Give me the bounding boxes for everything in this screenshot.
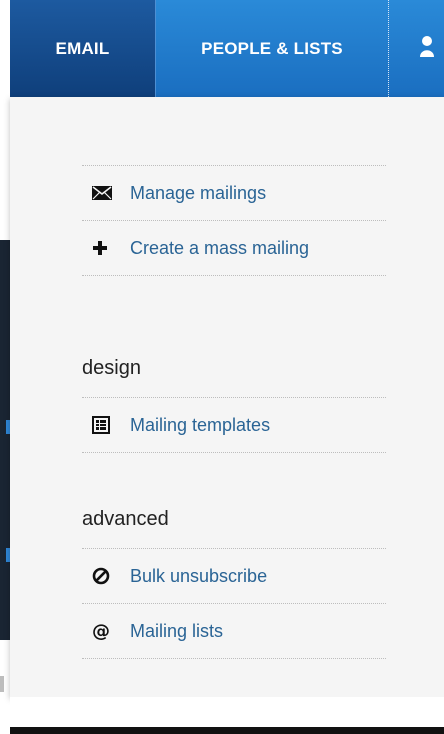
envelope-icon bbox=[92, 183, 120, 203]
menu-section-advanced: advanced Bulk unsubscribe @ Mailing list… bbox=[82, 490, 386, 659]
menu-item-label: Mailing lists bbox=[130, 620, 224, 641]
tab-people-lists-label: PEOPLE & LISTS bbox=[201, 38, 343, 58]
tab-email[interactable]: EMAIL bbox=[10, 0, 156, 97]
template-icon bbox=[92, 415, 120, 435]
tab-email-label: EMAIL bbox=[55, 38, 110, 58]
menu-item-manage-mailings[interactable]: Manage mailings bbox=[82, 166, 386, 221]
tab-people-lists[interactable]: PEOPLE & LISTS bbox=[156, 0, 389, 97]
menu-section-mailing: Manage mailings Create a mass mailing bbox=[82, 165, 386, 276]
no-entry-icon bbox=[92, 566, 120, 586]
menu-item-create-mass-mailing[interactable]: Create a mass mailing bbox=[82, 221, 386, 276]
menu-item-label: Manage mailings bbox=[130, 182, 267, 203]
menu-item-label: Bulk unsubscribe bbox=[130, 565, 268, 586]
email-dropdown-menu: Manage mailings Create a mass mailing de… bbox=[10, 97, 444, 697]
background-dark-strip bbox=[0, 240, 10, 640]
page-footer-edge bbox=[10, 697, 444, 734]
menu-section-design: design Mailing templates bbox=[82, 339, 386, 453]
background-page-edge bbox=[0, 0, 10, 734]
section-heading-design: design bbox=[82, 339, 386, 398]
at-icon: @ bbox=[92, 620, 110, 642]
user-icon bbox=[419, 35, 435, 62]
top-navigation: EMAIL PEOPLE & LISTS bbox=[10, 0, 444, 97]
menu-item-label: Mailing templates bbox=[130, 414, 271, 435]
plus-icon bbox=[92, 238, 120, 258]
tab-user[interactable] bbox=[389, 0, 444, 97]
menu-item-mailing-lists[interactable]: @ Mailing lists bbox=[82, 604, 386, 659]
background-gray-mark bbox=[0, 676, 4, 692]
menu-item-label: Create a mass mailing bbox=[130, 237, 310, 258]
section-heading-advanced: advanced bbox=[82, 490, 386, 549]
footer-dark-bar bbox=[10, 727, 444, 734]
menu-item-mailing-templates[interactable]: Mailing templates bbox=[82, 398, 386, 453]
menu-item-bulk-unsubscribe[interactable]: Bulk unsubscribe bbox=[82, 549, 386, 604]
